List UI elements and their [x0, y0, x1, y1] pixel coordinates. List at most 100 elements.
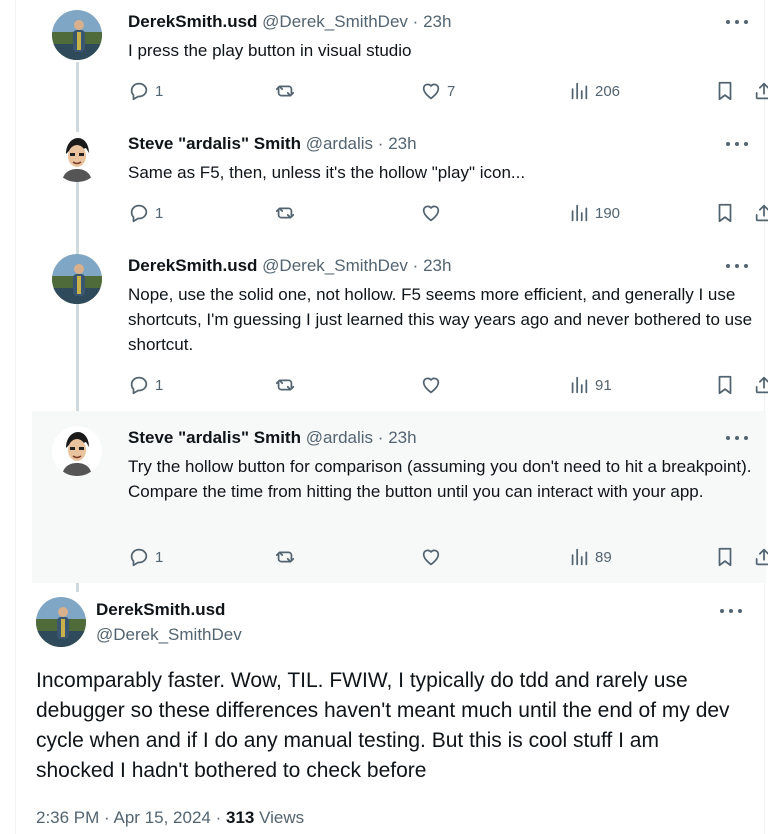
views-label: Views	[259, 808, 305, 827]
author-name[interactable]: DerekSmith.usd	[128, 12, 257, 31]
reply-icon	[130, 376, 148, 395]
separator-dot: ·	[377, 134, 384, 153]
bookmark-button[interactable]	[714, 201, 736, 225]
share-button[interactable]	[753, 373, 768, 397]
bookmark-button[interactable]	[714, 545, 736, 569]
reply-text: I press the play button in visual studio	[128, 41, 412, 60]
post-date[interactable]: Apr 15, 2024	[114, 808, 211, 827]
reply-icon	[130, 204, 148, 223]
tweet-text: Incomparably faster. Wow, TIL. FWIW, I t…	[36, 669, 730, 782]
repost-button[interactable]	[274, 201, 296, 225]
avatar[interactable]	[36, 597, 86, 647]
like-count: 7	[447, 82, 456, 100]
like-button[interactable]: 7	[420, 79, 455, 103]
repost-button[interactable]	[274, 373, 296, 397]
reply-text: Nope, use the solid one, not hollow. F5 …	[128, 285, 753, 354]
post-time[interactable]: 2:36 PM	[36, 808, 99, 827]
author-name[interactable]: Steve "ardalis" Smith	[128, 134, 301, 153]
reply-icon	[130, 82, 148, 101]
author-name[interactable]: Steve "ardalis" Smith	[128, 428, 301, 447]
derek-avatar	[52, 10, 102, 60]
share-button[interactable]	[753, 79, 768, 103]
heart-icon	[422, 83, 440, 100]
separator-dot: ·	[215, 808, 222, 827]
more-options-icon[interactable]	[726, 430, 748, 446]
reply-button[interactable]: 1	[128, 545, 163, 569]
action-bar: 1 91	[128, 373, 768, 397]
author-handle[interactable]: @ardalis	[306, 134, 373, 153]
bookmark-icon	[718, 547, 732, 567]
more-options-icon[interactable]	[726, 258, 748, 274]
reply-header: DerekSmith.usd @Derek_SmithDev · 23h	[128, 255, 451, 277]
share-icon	[755, 82, 768, 100]
avatar[interactable]	[52, 10, 102, 60]
reply-count: 1	[155, 376, 164, 394]
views-button[interactable]: 206	[568, 79, 620, 103]
timestamp[interactable]: 23h	[388, 428, 416, 447]
repost-icon	[275, 85, 295, 97]
reply-header: Steve "ardalis" Smith @ardalis · 23h	[128, 427, 417, 449]
reply-tweet[interactable]: DerekSmith.usd @Derek_SmithDev · 23h Nop…	[32, 244, 768, 410]
author-handle[interactable]: @Derek_SmithDev	[96, 625, 242, 645]
more-options-icon[interactable]	[726, 136, 748, 152]
heart-icon	[422, 549, 440, 566]
views-count: 91	[595, 376, 612, 394]
reply-tweet[interactable]: Steve "ardalis" Smith @ardalis · 23h Sam…	[32, 122, 768, 244]
derek-avatar	[36, 597, 86, 647]
bookmark-button[interactable]	[714, 373, 736, 397]
avatar[interactable]	[52, 132, 102, 182]
views-button[interactable]: 91	[568, 373, 612, 397]
repost-button[interactable]	[274, 545, 296, 569]
heart-icon	[422, 377, 440, 394]
share-button[interactable]	[753, 545, 768, 569]
tweet-meta: 2:36 PM · Apr 15, 2024 · 313 Views	[36, 808, 304, 828]
heart-icon	[422, 205, 440, 222]
derek-avatar	[52, 254, 102, 304]
avatar[interactable]	[52, 254, 102, 304]
steve-avatar	[52, 132, 102, 182]
views-chart-icon	[571, 204, 588, 222]
views-button[interactable]: 89	[568, 545, 612, 569]
reply-button[interactable]: 1	[128, 79, 163, 103]
share-icon	[755, 376, 768, 394]
author-name[interactable]: DerekSmith.usd	[96, 600, 225, 620]
action-bar: 1 190	[128, 201, 768, 225]
timestamp[interactable]: 23h	[423, 12, 451, 31]
reply-button[interactable]: 1	[128, 201, 163, 225]
reply-header: DerekSmith.usd @Derek_SmithDev · 23h	[128, 11, 451, 33]
like-button[interactable]	[420, 373, 442, 397]
separator-dot: ·	[104, 808, 110, 827]
author-handle[interactable]: @Derek_SmithDev	[262, 12, 408, 31]
like-button[interactable]	[420, 545, 442, 569]
repost-icon	[275, 379, 295, 391]
share-icon	[755, 548, 768, 566]
reply-tweet-highlighted[interactable]: Steve "ardalis" Smith @ardalis · 23h Try…	[32, 411, 768, 583]
avatar[interactable]	[52, 426, 102, 476]
timestamp[interactable]: 23h	[388, 134, 416, 153]
views-button[interactable]: 190	[568, 201, 620, 225]
author-handle[interactable]: @ardalis	[306, 428, 373, 447]
separator-dot: ·	[377, 428, 384, 447]
reply-tweet[interactable]: DerekSmith.usd @Derek_SmithDev · 23h I p…	[32, 0, 768, 122]
reply-icon	[130, 548, 148, 567]
action-bar: 1 7 206	[128, 79, 768, 103]
views-count: 89	[595, 548, 612, 566]
views-chart-icon	[571, 82, 588, 100]
repost-button[interactable]	[274, 79, 296, 103]
repost-icon	[275, 207, 295, 219]
separator-dot: ·	[412, 12, 419, 31]
author-name[interactable]: DerekSmith.usd	[128, 256, 257, 275]
author-handle[interactable]: @Derek_SmithDev	[262, 256, 408, 275]
like-button[interactable]	[420, 201, 442, 225]
bookmark-button[interactable]	[714, 79, 736, 103]
share-button[interactable]	[753, 201, 768, 225]
reply-button[interactable]: 1	[128, 373, 163, 397]
bookmark-icon	[718, 375, 732, 395]
more-options-icon[interactable]	[726, 14, 748, 30]
steve-avatar	[52, 426, 102, 476]
bookmark-icon	[718, 203, 732, 223]
timestamp[interactable]: 23h	[423, 256, 451, 275]
more-options-icon[interactable]	[720, 603, 742, 619]
bookmark-icon	[718, 81, 732, 101]
views-count: 313	[226, 808, 255, 827]
